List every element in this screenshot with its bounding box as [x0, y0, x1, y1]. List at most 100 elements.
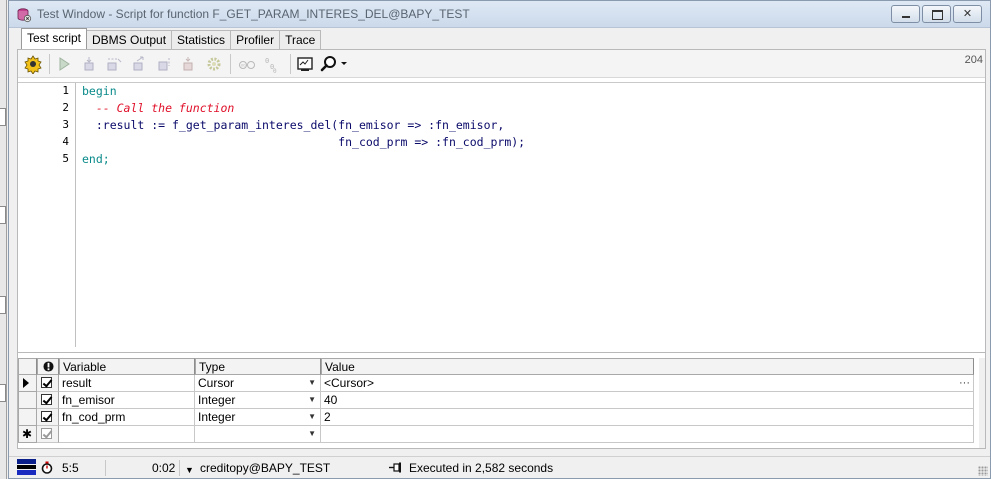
run-icon [84, 57, 94, 71]
info-icon [42, 361, 54, 372]
execute-button[interactable] [23, 54, 43, 74]
variable-type: Cursor [198, 376, 235, 390]
dropdown-arrow-icon[interactable]: ▼ [308, 426, 316, 442]
current-row-icon [23, 378, 29, 388]
toolbar-separator [290, 54, 291, 74]
edge-marker [0, 296, 6, 314]
maximize-button[interactable] [922, 5, 951, 23]
resize-grip[interactable] [978, 466, 988, 476]
header-type[interactable]: Type [195, 358, 321, 375]
toolbar-counter: 204 [964, 54, 983, 66]
variable-name[interactable]: fn_cod_prm [59, 409, 195, 426]
variable-row[interactable]: fn_emisor Integer ▼ 40 [18, 392, 978, 409]
run-to-exception-button[interactable] [179, 54, 199, 74]
variable-value[interactable]: 2 [321, 409, 974, 426]
pin-icon [389, 462, 401, 473]
breakpoint-column[interactable] [18, 83, 20, 347]
watch-button[interactable]: 00 [237, 54, 257, 74]
svg-text:0: 0 [273, 68, 277, 74]
variable-name[interactable]: result [59, 375, 195, 392]
row-enabled-checkbox[interactable] [37, 426, 59, 443]
variable-type-select[interactable]: Integer ▼ [195, 392, 321, 409]
edge-marker [0, 108, 6, 126]
checkbox-checked-icon [41, 411, 52, 422]
code-line[interactable]: -- Call the function [82, 100, 234, 117]
row-indicator: ✱ [18, 426, 37, 443]
test-script-panel: 00 000 204 1 2 3 4 5 begin -- Call the f… [17, 49, 986, 449]
run-to-exception-icon [183, 57, 193, 71]
header-value[interactable]: Value [321, 358, 974, 375]
minimize-button[interactable] [891, 5, 920, 23]
variable-type: Integer [198, 393, 236, 407]
row-enabled-checkbox[interactable] [37, 409, 59, 426]
dropdown-arrow-icon[interactable]: ▼ [308, 375, 316, 391]
start-debugger-button[interactable] [54, 54, 74, 74]
database-app-icon [17, 8, 32, 23]
tab-statistics[interactable]: Statistics [171, 30, 232, 50]
variable-value-text: <Cursor> [324, 376, 375, 390]
header-variable[interactable]: Variable [59, 358, 195, 375]
variable-value[interactable]: <Cursor> ··· [321, 375, 974, 392]
row-enabled-checkbox[interactable] [37, 375, 59, 392]
checkbox-checked-icon [41, 428, 52, 439]
tab-strip: Test script DBMS Output Statistics Profi… [21, 28, 322, 50]
tab-dbms-output[interactable]: DBMS Output [86, 30, 173, 50]
step-out-button[interactable] [154, 54, 174, 74]
code-line[interactable]: :result := f_get_param_interes_del(fn_em… [82, 117, 505, 134]
new-variable-row[interactable]: ✱ ▼ [18, 426, 978, 443]
grid-scrollbar[interactable] [979, 358, 985, 448]
variable-name[interactable]: fn_emisor [59, 392, 195, 409]
run-button[interactable] [79, 54, 99, 74]
tab-test-script[interactable]: Test script [21, 28, 88, 49]
debug-settings-button[interactable] [204, 54, 224, 74]
code-line[interactable]: begin [82, 83, 117, 100]
header-enabled[interactable] [37, 358, 59, 375]
left-edge-strip [0, 0, 7, 479]
cursor-position: 5:5 [62, 461, 79, 475]
edge-marker [0, 206, 6, 224]
variable-type-select[interactable]: ▼ [195, 426, 321, 443]
tab-trace[interactable]: Trace [279, 30, 322, 50]
code-line[interactable]: end; [82, 151, 110, 168]
connection-dropdown-icon[interactable]: ▼ [185, 462, 194, 478]
connection-name[interactable]: creditopy@BAPY_TEST [200, 460, 330, 476]
code-line[interactable]: fn_cod_prm => :fn_cod_prm); [82, 134, 525, 151]
edge-marker [0, 384, 6, 402]
dropdown-arrow-icon[interactable]: ▼ [308, 409, 316, 425]
code-area[interactable]: begin -- Call the function :result := f_… [82, 83, 985, 347]
status-separator [179, 460, 180, 476]
row-indicator [18, 392, 37, 409]
variable-type-select[interactable]: Integer ▼ [195, 409, 321, 426]
variable-value[interactable]: 40 [321, 392, 974, 409]
ellipsis-button[interactable]: ··· [959, 375, 970, 391]
line-number: 1 [62, 84, 69, 97]
variable-row[interactable]: fn_cod_prm Integer ▼ 2 [18, 409, 978, 426]
checkbox-checked-icon [41, 377, 52, 388]
header-indicator [18, 358, 37, 375]
connection-flag-icon [17, 459, 36, 475]
script-editor[interactable]: 1 2 3 4 5 begin -- Call the function :re… [18, 82, 985, 347]
dbms-output-button[interactable] [295, 54, 315, 74]
variables-grid: Variable Type Value result Cursor ▼ <Curs… [18, 352, 985, 448]
variable-name[interactable] [59, 426, 195, 443]
dropdown-arrow-icon[interactable]: ▼ [308, 392, 316, 408]
status-message: Executed in 2,582 seconds [409, 461, 554, 475]
status-bar: 5:5 0:02 ▼ creditopy@BAPY_TEST Executed … [9, 456, 990, 478]
step-over-button[interactable] [129, 54, 149, 74]
step-over-icon [133, 56, 144, 71]
toolbar-separator [49, 54, 50, 74]
find-button[interactable] [320, 54, 350, 74]
step-into-button[interactable] [104, 54, 124, 74]
close-button[interactable]: ✕ [953, 5, 982, 23]
variables-button[interactable]: 000 [262, 54, 282, 74]
row-enabled-checkbox[interactable] [37, 392, 59, 409]
title-bar[interactable]: Test Window - Script for function F_GET_… [9, 1, 990, 28]
row-indicator [18, 409, 37, 426]
line-number: 4 [62, 135, 69, 148]
line-number-gutter: 1 2 3 4 5 [18, 83, 76, 347]
step-out-icon [158, 58, 170, 71]
variable-value[interactable] [321, 426, 974, 443]
variable-type-select[interactable]: Cursor ▼ [195, 375, 321, 392]
variable-row[interactable]: result Cursor ▼ <Cursor> ··· [18, 375, 978, 392]
tab-profiler[interactable]: Profiler [230, 30, 281, 50]
